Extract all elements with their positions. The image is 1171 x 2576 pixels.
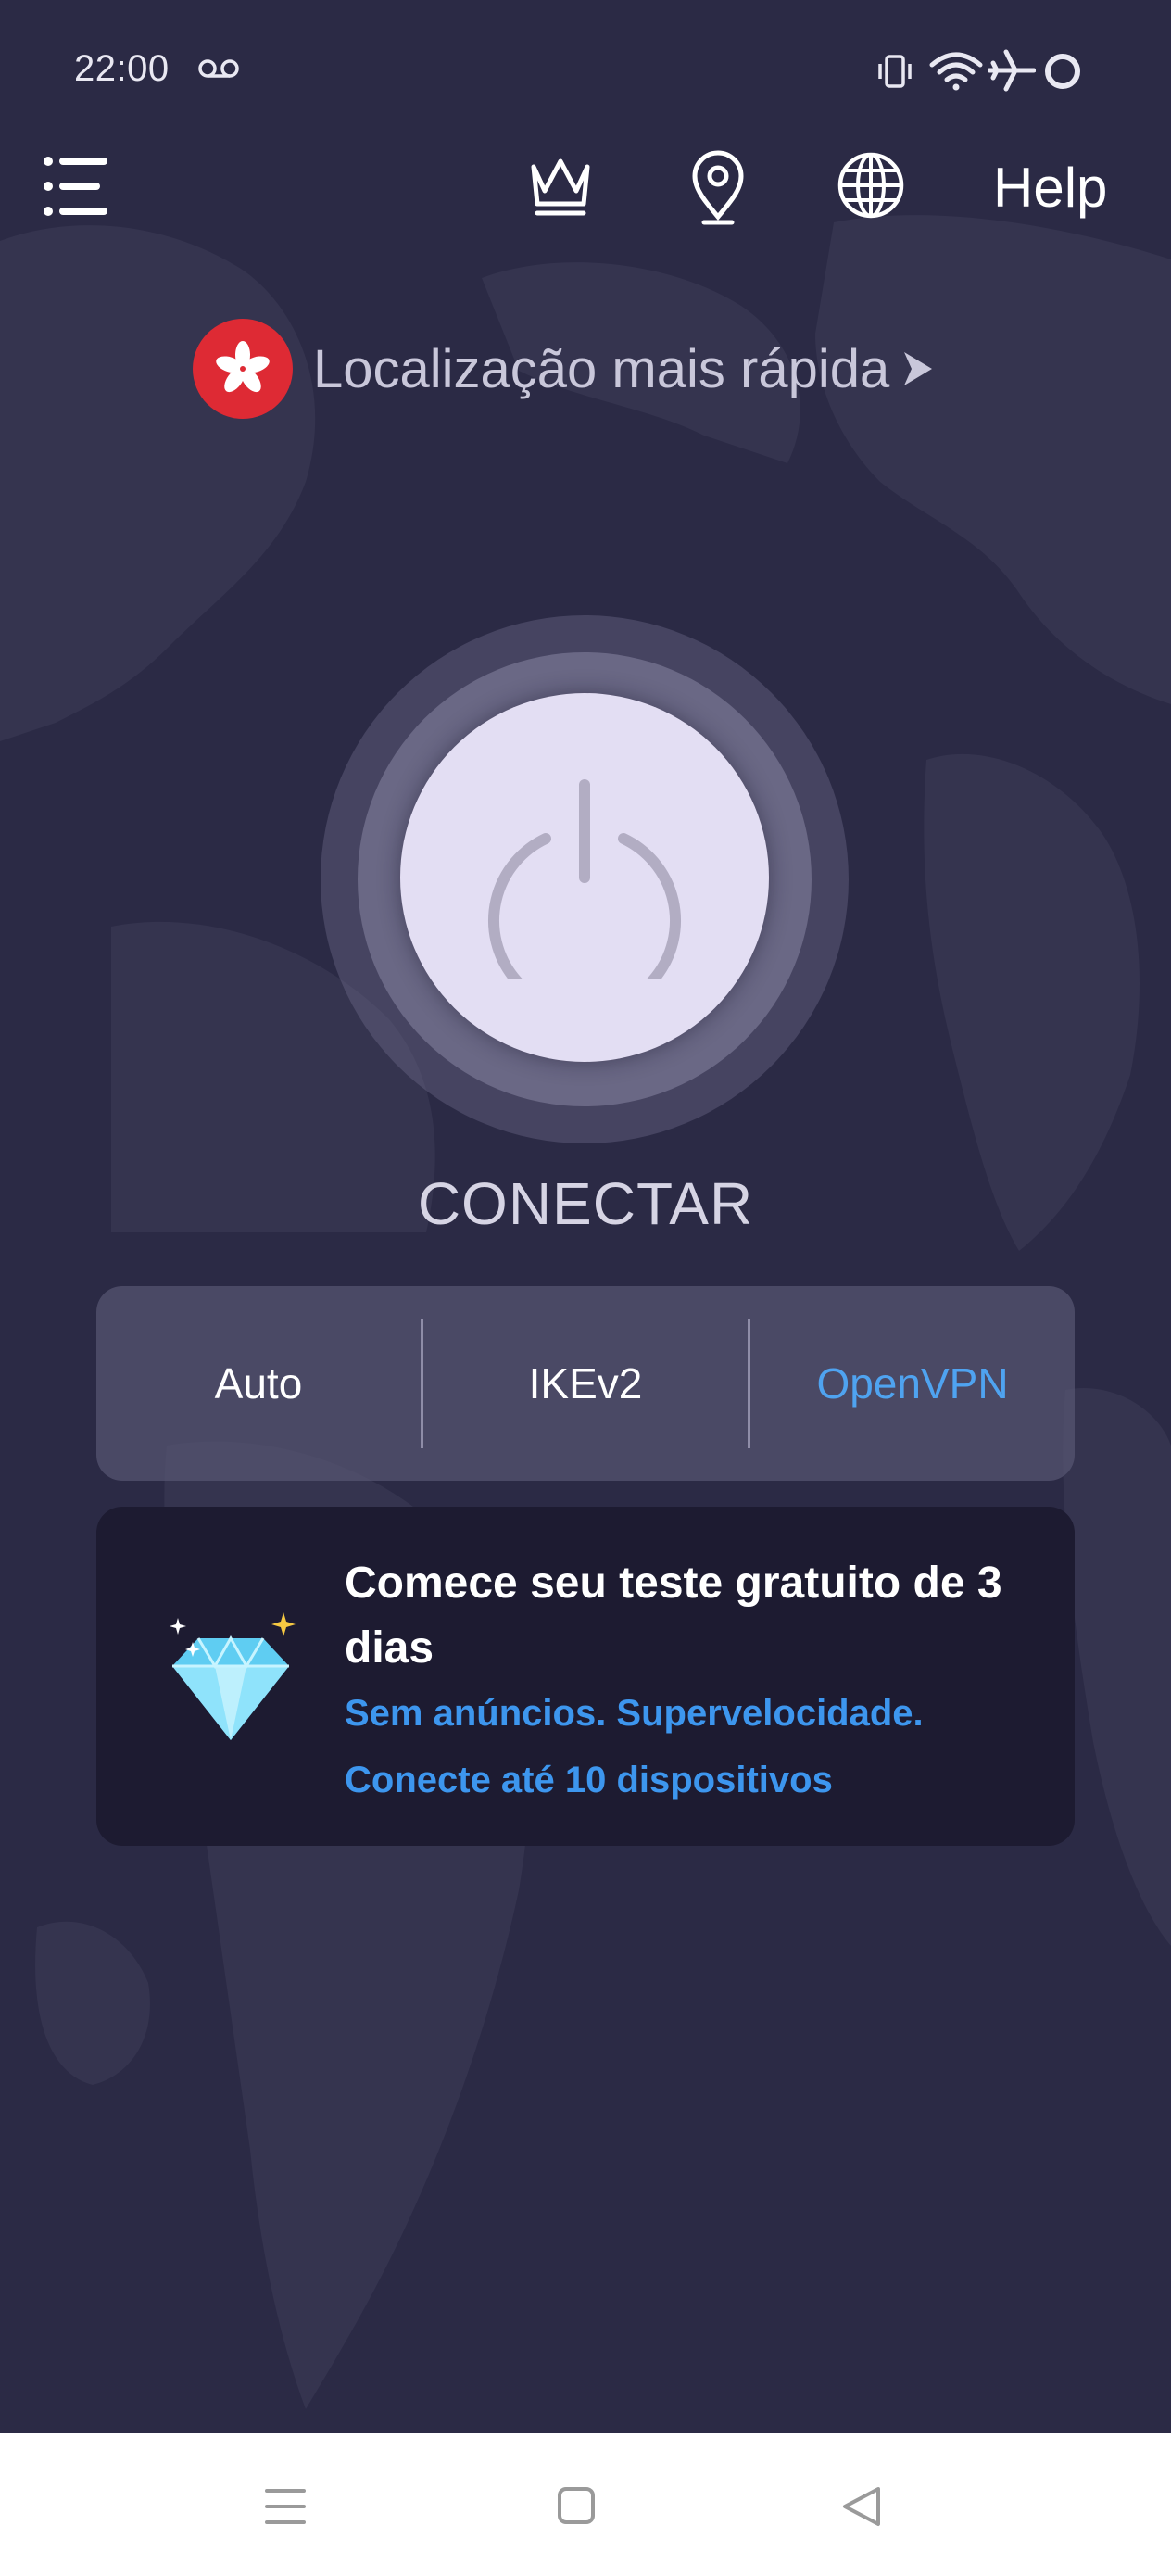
home-icon[interactable] bbox=[556, 2485, 597, 2526]
protocol-option-openvpn[interactable]: OpenVPN bbox=[750, 1286, 1075, 1481]
menu-icon bbox=[44, 157, 107, 216]
status-bar: 22:00 bbox=[0, 0, 1171, 139]
vibrate-icon bbox=[878, 55, 912, 88]
protocol-option-ikev2[interactable]: IKEv2 bbox=[423, 1286, 748, 1481]
connect-label: CONECTAR bbox=[417, 1170, 754, 1237]
fastest-location-label: Localização mais rápida bbox=[313, 338, 890, 399]
diamond-icon bbox=[170, 1612, 296, 1740]
power-icon bbox=[488, 779, 681, 979]
recent-apps-icon[interactable] bbox=[263, 2485, 308, 2528]
back-icon[interactable] bbox=[841, 2485, 882, 2528]
system-navigation-bar bbox=[0, 2433, 1171, 2576]
airplane-icon bbox=[988, 49, 1036, 92]
vpn-home-screen: 22:00 Help Localização mais rápida CONEC… bbox=[0, 0, 1171, 2576]
menu-button[interactable] bbox=[41, 152, 119, 221]
protocol-option-auto[interactable]: Auto bbox=[96, 1286, 421, 1481]
crown-icon[interactable] bbox=[524, 150, 597, 221]
voicemail-icon bbox=[198, 59, 239, 78]
promo-devices-line: Conecte até 10 dispositivos bbox=[345, 1760, 833, 1800]
globe-icon[interactable] bbox=[836, 150, 906, 221]
hong-kong-flag-icon bbox=[193, 319, 293, 419]
chevron-right-icon bbox=[904, 352, 933, 385]
location-pin-icon[interactable] bbox=[686, 148, 750, 226]
help-button[interactable]: Help bbox=[993, 156, 1107, 221]
promo-benefit-line: Sem anúncios. Supervelocidade. bbox=[345, 1693, 924, 1734]
battery-ring-icon bbox=[1045, 54, 1080, 89]
fastest-location-selector[interactable]: Localização mais rápida bbox=[193, 319, 934, 419]
protocol-selector: Auto IKEv2 OpenVPN bbox=[96, 1286, 1075, 1481]
free-trial-promo-card[interactable]: Comece seu teste gratuito de 3 dias Sem … bbox=[96, 1507, 1075, 1846]
promo-title: Comece seu teste gratuito de 3 dias bbox=[345, 1559, 1002, 1673]
connect-power-button[interactable] bbox=[400, 693, 769, 1062]
status-time: 22:00 bbox=[74, 48, 170, 89]
wifi-icon bbox=[929, 52, 983, 91]
